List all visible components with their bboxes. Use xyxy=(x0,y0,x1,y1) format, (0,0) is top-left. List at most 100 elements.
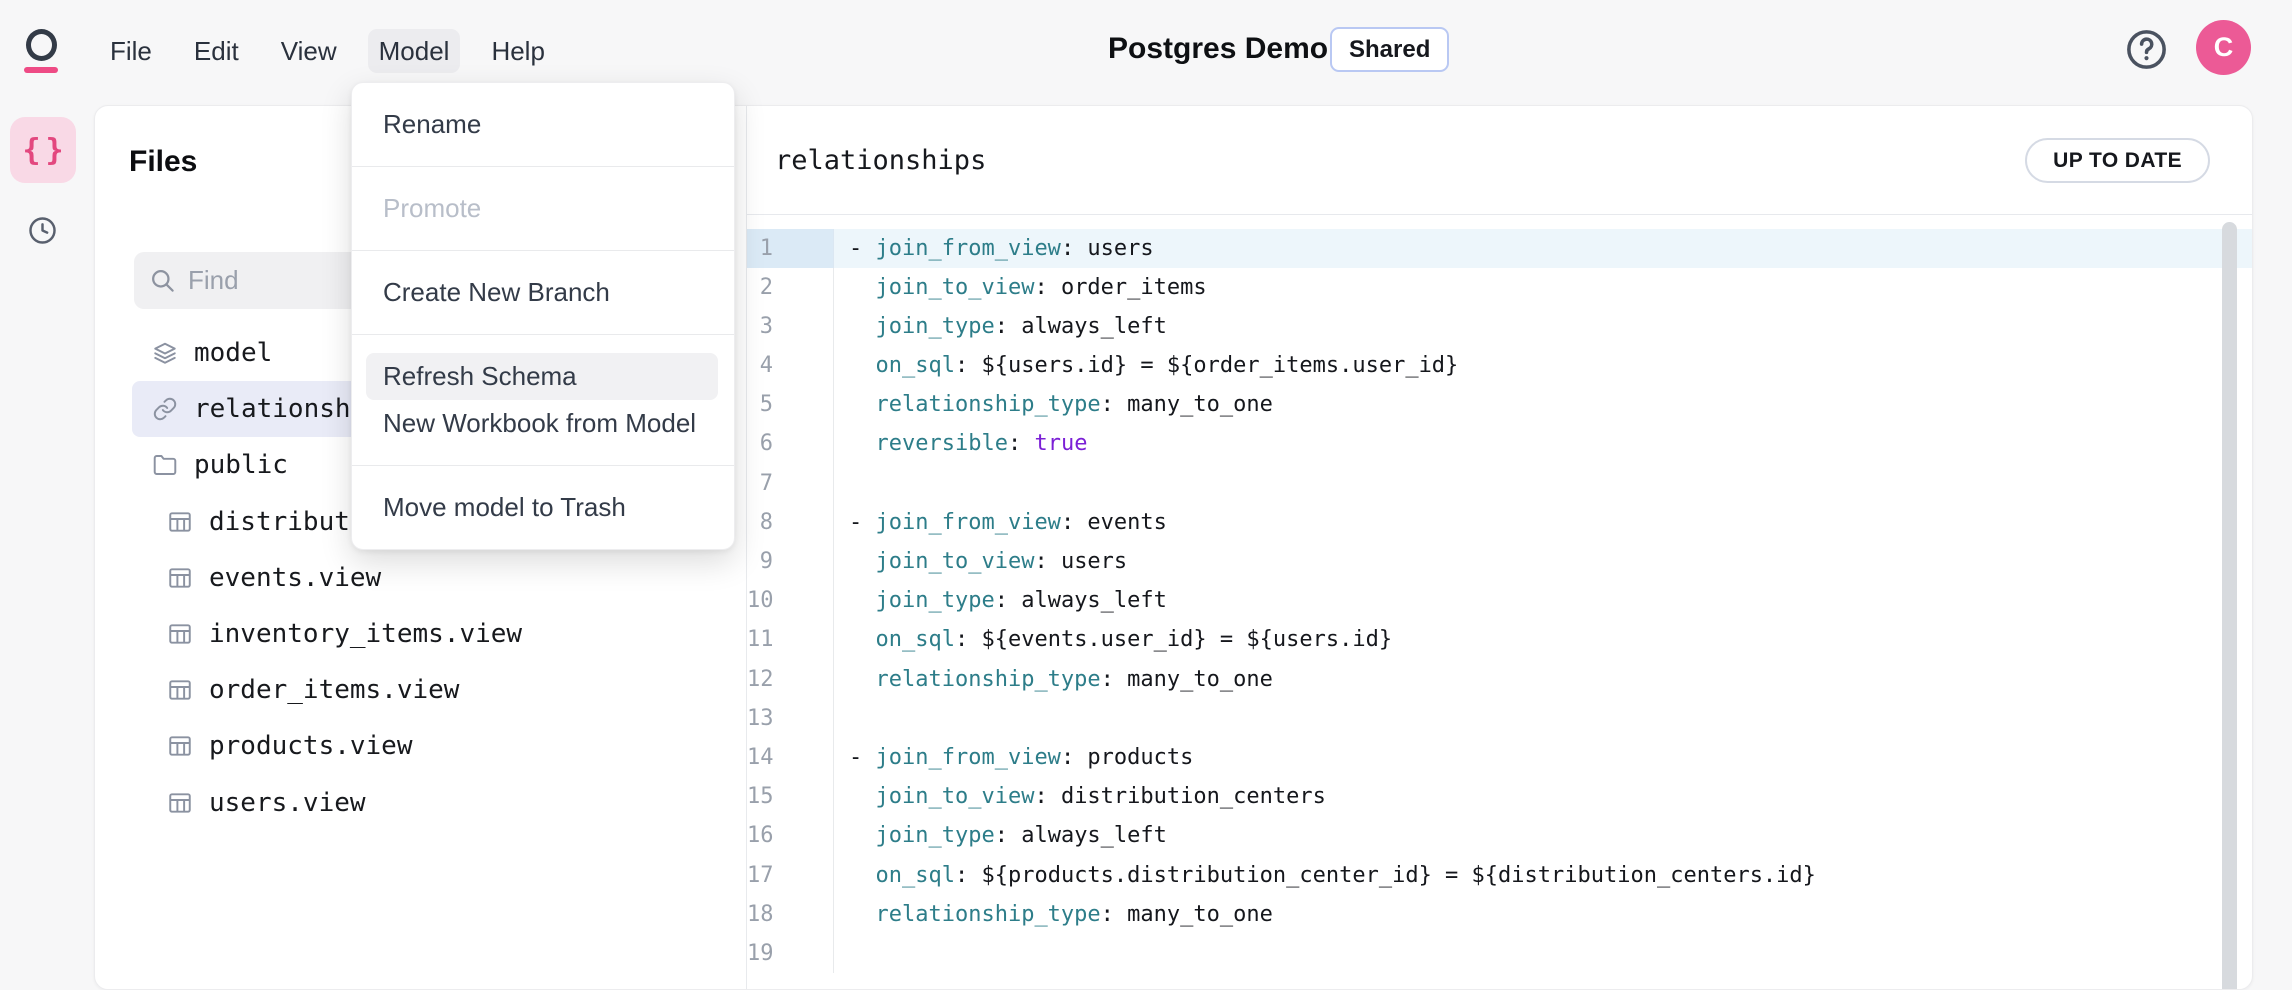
model-ide-braces-icon[interactable]: {} xyxy=(10,117,76,183)
shared-badge[interactable]: Shared xyxy=(1330,27,1449,72)
code-line-2[interactable]: 2 join_to_view: order_items xyxy=(747,268,2252,307)
code-line-14[interactable]: 14- join_from_view: products xyxy=(747,738,2252,777)
file-item-label: products.view xyxy=(209,731,413,761)
document-title: Postgres Demo xyxy=(1108,32,1328,66)
file-item-events-view[interactable]: events.view xyxy=(132,550,709,606)
table-icon xyxy=(167,733,193,759)
line-number: 16 xyxy=(747,816,834,855)
line-number: 12 xyxy=(747,660,834,699)
code-line-text: join_to_view: distribution_centers xyxy=(834,777,2252,816)
code-line-text: - join_from_view: users xyxy=(834,229,2252,268)
editor-file-title: relationships xyxy=(775,106,986,215)
code-line-10[interactable]: 10 join_type: always_left xyxy=(747,581,2252,620)
app-menubar: File Edit View Model Help xyxy=(99,29,556,73)
menu-group: Create New Branch xyxy=(352,250,734,334)
editor-scrollbar[interactable] xyxy=(2222,222,2237,990)
code-line-3[interactable]: 3 join_type: always_left xyxy=(747,307,2252,346)
line-number: 10 xyxy=(747,581,834,620)
line-number: 3 xyxy=(747,307,834,346)
help-icon[interactable] xyxy=(2124,27,2169,72)
menu-item-refresh-schema[interactable]: Refresh Schema xyxy=(366,353,718,400)
table-icon xyxy=(167,677,193,703)
file-item-label: order_items.view xyxy=(209,675,459,705)
menu-help[interactable]: Help xyxy=(480,29,555,73)
menu-view[interactable]: View xyxy=(270,29,348,73)
code-editor[interactable]: 1- join_from_view: users2 join_to_view: … xyxy=(747,217,2252,990)
model-file-editor: relationships UP TO DATE 1- join_from_vi… xyxy=(746,106,2252,989)
code-line-9[interactable]: 9 join_to_view: users xyxy=(747,542,2252,581)
code-line-4[interactable]: 4 on_sql: ${users.id} = ${order_items.us… xyxy=(747,346,2252,385)
model-dropdown-menu: Rename Promote Create New Branch Refresh Sc… xyxy=(351,82,735,550)
up-to-date-button[interactable]: UP TO DATE xyxy=(2025,138,2210,183)
file-item-label: inventory_items.view xyxy=(209,619,522,649)
line-number: 11 xyxy=(747,620,834,659)
code-line-16[interactable]: 16 join_type: always_left xyxy=(747,816,2252,855)
file-item-order-items-view[interactable]: order_items.view xyxy=(132,662,709,718)
code-line-12[interactable]: 12 relationship_type: many_to_one xyxy=(747,660,2252,699)
menu-item-move-model-to-trash[interactable]: Move model to Trash xyxy=(352,484,734,531)
code-line-text xyxy=(834,464,2252,503)
menu-item-rename[interactable]: Rename xyxy=(352,101,734,148)
menu-item-new-workbook-from-model[interactable]: New Workbook from Model xyxy=(352,400,734,447)
line-number: 5 xyxy=(747,385,834,424)
code-line-15[interactable]: 15 join_to_view: distribution_centers xyxy=(747,777,2252,816)
menu-item-promote: Promote xyxy=(352,185,734,232)
code-line-text: join_type: always_left xyxy=(834,581,2252,620)
file-item-label: public xyxy=(194,450,288,480)
menu-model[interactable]: Model xyxy=(368,29,461,73)
code-line-5[interactable]: 5 relationship_type: many_to_one xyxy=(747,385,2252,424)
menu-item-create-new-branch[interactable]: Create New Branch xyxy=(352,269,734,316)
code-line-18[interactable]: 18 relationship_type: many_to_one xyxy=(747,895,2252,934)
line-number: 2 xyxy=(747,268,834,307)
menu-group: Move model to Trash xyxy=(352,465,734,549)
table-icon xyxy=(167,565,193,591)
code-line-text: join_type: always_left xyxy=(834,307,2252,346)
line-number: 6 xyxy=(747,424,834,463)
code-line-text: on_sql: ${products.distribution_center_i… xyxy=(834,856,2252,895)
history-clock-icon[interactable] xyxy=(19,207,65,253)
file-item-products-view[interactable]: products.view xyxy=(132,718,709,774)
folder-icon xyxy=(152,452,178,478)
code-line-text: relationship_type: many_to_one xyxy=(834,660,2252,699)
menu-group: Refresh SchemaNew Workbook from Model xyxy=(352,334,734,465)
code-line-text: on_sql: ${users.id} = ${order_items.user… xyxy=(834,346,2252,385)
line-number: 7 xyxy=(747,464,834,503)
link-icon xyxy=(152,396,178,422)
code-line-text: - join_from_view: events xyxy=(834,503,2252,542)
file-item-inventory-items-view[interactable]: inventory_items.view xyxy=(132,606,709,662)
menu-group: Promote xyxy=(352,166,734,250)
code-line-text xyxy=(834,699,2252,738)
table-icon xyxy=(167,790,193,816)
code-line-13[interactable]: 13 xyxy=(747,699,2252,738)
search-icon xyxy=(149,267,176,294)
code-line-6[interactable]: 6 reversible: true xyxy=(747,424,2252,463)
user-avatar[interactable]: C xyxy=(2196,20,2251,75)
files-panel-heading: Files xyxy=(129,145,197,179)
line-number: 17 xyxy=(747,856,834,895)
code-line-19[interactable]: 19 xyxy=(747,934,2252,973)
menu-edit[interactable]: Edit xyxy=(183,29,250,73)
line-number: 4 xyxy=(747,346,834,385)
table-icon xyxy=(167,621,193,647)
code-line-7[interactable]: 7 xyxy=(747,464,2252,503)
code-line-1[interactable]: 1- join_from_view: users xyxy=(747,229,2252,268)
editor-header: relationships UP TO DATE xyxy=(747,106,2252,215)
file-item-label: events.view xyxy=(209,563,381,593)
line-number: 15 xyxy=(747,777,834,816)
code-line-text: join_to_view: order_items xyxy=(834,268,2252,307)
code-line-text: relationship_type: many_to_one xyxy=(834,385,2252,424)
layers-icon xyxy=(152,340,178,366)
code-line-text: join_to_view: users xyxy=(834,542,2252,581)
code-line-text: - join_from_view: products xyxy=(834,738,2252,777)
file-item-users-view[interactable]: users.view xyxy=(132,775,709,831)
line-number: 8 xyxy=(747,503,834,542)
code-line-8[interactable]: 8- join_from_view: events xyxy=(747,503,2252,542)
code-line-17[interactable]: 17 on_sql: ${products.distribution_cente… xyxy=(747,856,2252,895)
file-item-label: users.view xyxy=(209,788,366,818)
code-line-11[interactable]: 11 on_sql: ${events.user_id} = ${users.i… xyxy=(747,620,2252,659)
code-line-text: relationship_type: many_to_one xyxy=(834,895,2252,934)
line-number: 14 xyxy=(747,738,834,777)
menu-file[interactable]: File xyxy=(99,29,163,73)
omni-logo[interactable] xyxy=(24,29,58,75)
line-number: 13 xyxy=(747,699,834,738)
